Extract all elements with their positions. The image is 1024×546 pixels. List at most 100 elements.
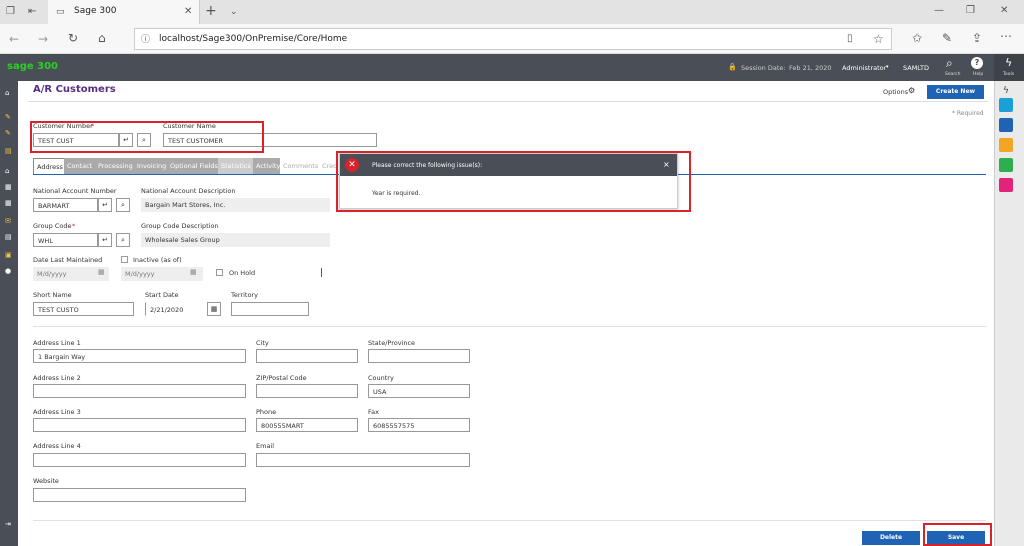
section-divider xyxy=(33,326,986,327)
fax-input[interactable]: 6085557575 xyxy=(368,418,470,432)
favorite-star-icon[interactable]: ☆ xyxy=(873,32,884,46)
website-input[interactable] xyxy=(33,488,246,502)
group-desc-label: Group Code Description xyxy=(141,222,219,230)
start-date-input[interactable]: 2/21/2020 xyxy=(145,302,207,316)
address-line-1-label: Address Line 1 xyxy=(33,339,81,347)
group-required-asterisk: * xyxy=(72,222,76,230)
create-new-button[interactable]: Create New xyxy=(927,85,984,99)
tab-manager-icon[interactable]: ❐ xyxy=(6,5,15,19)
phone-input[interactable]: 800555MART xyxy=(256,418,358,432)
tools-icon: ϟ xyxy=(1005,56,1013,69)
phone-label: Phone xyxy=(256,408,277,416)
address-line-1-input[interactable]: 1 Bargain Way xyxy=(33,349,246,363)
group-code-finder-icon[interactable]: ↵ xyxy=(98,233,112,247)
gear-icon[interactable]: ⚙ xyxy=(908,86,915,95)
national-account-search-icon[interactable]: ⌕ xyxy=(116,198,130,212)
set-aside-tabs-icon[interactable]: ⇤ xyxy=(28,5,36,19)
rail-screen-icon[interactable] xyxy=(999,118,1013,132)
state-input[interactable] xyxy=(368,349,470,363)
minimize-icon[interactable]: — xyxy=(934,4,944,18)
fax-label: Fax xyxy=(368,408,379,416)
page-title: A/R Customers xyxy=(33,84,116,95)
address-line-2-label: Address Line 2 xyxy=(33,374,81,382)
site-info-icon[interactable]: ⓘ xyxy=(141,33,150,47)
rail-note-icon[interactable] xyxy=(999,138,1013,152)
nav-module-10-icon[interactable]: ● xyxy=(5,268,13,275)
group-desc-value: Wholesale Sales Group xyxy=(141,233,330,247)
nav-module-3-icon[interactable]: ▤ xyxy=(5,148,13,155)
tab-statistics[interactable]: Statistics xyxy=(218,158,254,174)
reading-view-icon[interactable]: ▯ xyxy=(847,32,853,46)
nav-module-8-icon[interactable]: ▤ xyxy=(5,234,13,241)
home-icon[interactable]: ⌂ xyxy=(98,31,106,45)
chevron-down-icon: ▾ xyxy=(886,64,889,70)
address-line-4-input[interactable] xyxy=(33,453,246,467)
tab-processing[interactable]: Processing xyxy=(95,158,136,174)
group-code-search-icon[interactable]: ⌕ xyxy=(116,233,130,247)
date-maintained-label: Date Last Maintained xyxy=(33,256,103,264)
tab-optional-fields[interactable]: Optional Fields xyxy=(167,158,221,174)
zip-input[interactable] xyxy=(256,384,358,398)
options-button[interactable]: Options xyxy=(883,88,908,96)
home-nav-icon[interactable]: ⌂ xyxy=(5,90,13,97)
country-input[interactable]: USA xyxy=(368,384,470,398)
start-date-calendar-icon[interactable]: ▦ xyxy=(207,302,221,316)
tab-comments[interactable]: Comments xyxy=(280,158,322,174)
tab-invoicing[interactable]: Invoicing xyxy=(134,158,170,174)
territory-input[interactable] xyxy=(231,302,309,316)
tools-button[interactable]: ϟ Tools xyxy=(994,54,1024,81)
nav-module-7-icon[interactable]: ✉ xyxy=(5,218,13,225)
nav-module-2-icon[interactable]: ✎ xyxy=(5,130,13,137)
inactive-checkbox[interactable] xyxy=(121,256,128,263)
rail-help-icon[interactable]: ϟ xyxy=(999,84,1013,98)
sage-logo[interactable]: sage 300 xyxy=(7,61,58,72)
national-account-input[interactable]: BARMART xyxy=(33,198,98,212)
favorites-icon[interactable]: ✩ xyxy=(912,31,922,45)
url-field[interactable]: ⓘ localhost/Sage300/OnPremise/Core/Home … xyxy=(134,28,892,50)
rail-pen-icon[interactable] xyxy=(999,178,1013,192)
tab-activity[interactable]: Activity xyxy=(253,158,284,174)
tools-rail: ϟ xyxy=(994,54,1024,546)
tab-address[interactable]: Address xyxy=(33,158,67,174)
collapse-nav-icon[interactable]: ⇥ xyxy=(5,521,13,528)
close-window-icon[interactable]: ✕ xyxy=(1000,4,1008,18)
nav-module-6-icon[interactable]: ▦ xyxy=(5,200,13,207)
nav-module-9-icon[interactable]: ▣ xyxy=(5,252,13,259)
notes-icon[interactable]: ✎ xyxy=(942,31,952,45)
rail-window-icon[interactable] xyxy=(999,98,1013,112)
address-line-4-label: Address Line 4 xyxy=(33,442,81,450)
browser-address-bar: ← → ↻ ⌂ ⓘ localhost/Sage300/OnPremise/Co… xyxy=(0,24,1024,54)
group-code-input[interactable]: WHL xyxy=(33,233,98,247)
rail-document-icon[interactable] xyxy=(999,158,1013,172)
tools-label: Tools xyxy=(1003,72,1015,77)
tab-contact[interactable]: Contact xyxy=(64,158,96,174)
delete-button[interactable]: Delete xyxy=(862,531,920,545)
new-tab-icon[interactable]: + xyxy=(205,4,217,18)
nav-bank-icon[interactable]: ⌂ xyxy=(5,168,13,175)
help-icon[interactable]: ? xyxy=(971,57,983,69)
search-icon[interactable]: ⌕ xyxy=(946,56,953,71)
short-name-input[interactable]: TEST CUSTO xyxy=(33,302,134,316)
state-label: State/Province xyxy=(368,339,416,347)
forward-icon[interactable]: → xyxy=(38,32,48,46)
more-icon[interactable]: ⋯ xyxy=(1000,29,1012,43)
address-line-3-input[interactable] xyxy=(33,418,246,432)
on-hold-checkbox[interactable] xyxy=(216,269,223,276)
tab-dropdown-icon[interactable]: ⌄ xyxy=(230,5,238,19)
national-account-finder-icon[interactable]: ↵ xyxy=(98,198,112,212)
refresh-icon[interactable]: ↻ xyxy=(68,31,78,45)
restore-icon[interactable]: ❐ xyxy=(966,4,975,18)
address-line-2-input[interactable] xyxy=(33,384,246,398)
email-input[interactable] xyxy=(256,453,470,467)
back-icon[interactable]: ← xyxy=(9,32,19,46)
user-menu[interactable]: Administrator xyxy=(842,64,886,72)
nav-module-1-icon[interactable]: ✎ xyxy=(5,114,13,121)
browser-tab[interactable]: ▭ Sage 300 ✕ xyxy=(48,0,200,24)
share-icon[interactable]: ⇪ xyxy=(972,31,982,45)
sage-header: sage 300 🔒 Session Date: Feb 21, 2020 Ad… xyxy=(0,54,1024,81)
nav-module-5-icon[interactable]: ▦ xyxy=(5,184,13,191)
search-label: Search xyxy=(945,72,961,77)
group-code-label: Group Code xyxy=(33,222,72,230)
close-tab-icon[interactable]: ✕ xyxy=(184,5,192,19)
city-input[interactable] xyxy=(256,349,358,363)
